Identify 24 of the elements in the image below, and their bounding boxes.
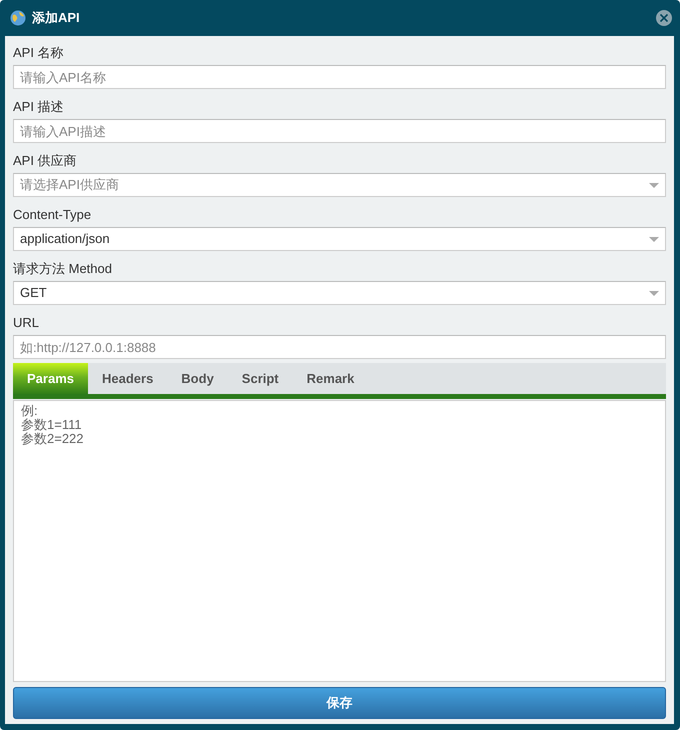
- caret-icon: [649, 183, 659, 188]
- tab[interactable]: Headers: [88, 363, 168, 394]
- select-field[interactable]: 请选择API供应商: [13, 173, 666, 197]
- params-textarea[interactable]: 例: 参数1=111 参数2=222: [13, 400, 666, 682]
- globe-icon: [10, 10, 26, 26]
- field-label: URL: [13, 314, 40, 332]
- tab[interactable]: Body: [167, 363, 228, 394]
- tab[interactable]: Remark: [292, 363, 368, 394]
- input-field[interactable]: 请输入API名称: [13, 65, 666, 89]
- close-icon[interactable]: [656, 10, 672, 26]
- field-label: API 名称: [13, 44, 64, 62]
- field-label: 请求方法 Method: [13, 260, 112, 278]
- window-title: 添加API: [32, 9, 80, 28]
- field-label: Content-Type: [13, 206, 92, 224]
- field-label: API 供应商: [13, 152, 77, 170]
- save-button[interactable]: 保存: [13, 687, 666, 719]
- caret-icon: [649, 291, 659, 296]
- input-field[interactable]: 请输入API描述: [13, 119, 666, 143]
- caret-icon: [649, 237, 659, 242]
- select-field[interactable]: application/json: [13, 227, 666, 251]
- input-field[interactable]: 如:http://127.0.0.1:8888: [13, 335, 666, 359]
- field-label: API 描述: [13, 98, 64, 116]
- select-field[interactable]: GET: [13, 281, 666, 305]
- tab[interactable]: Script: [228, 363, 293, 394]
